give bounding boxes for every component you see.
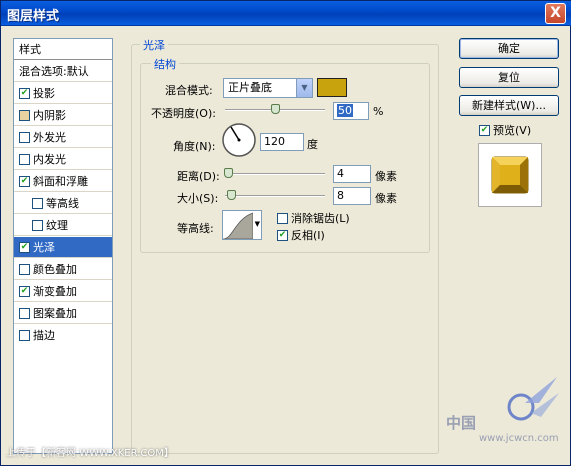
pattern-overlay-checkbox[interactable]: [19, 308, 30, 319]
ok-button[interactable]: 确定: [459, 38, 559, 59]
contour-checkbox[interactable]: [32, 198, 43, 209]
antialias-option[interactable]: 消除锯齿(L): [277, 210, 350, 226]
preview-label: 预览(V): [493, 124, 532, 137]
size-label: 大小(S):: [177, 192, 219, 205]
blend-mode-select[interactable]: 正片叠底 ▼: [223, 78, 313, 98]
invert-label: 反相(I): [291, 229, 325, 242]
angle-unit: 度: [307, 138, 318, 151]
style-item-label: 图案叠加: [33, 307, 77, 320]
distance-slider[interactable]: [225, 173, 325, 175]
inner-shadow-checkbox[interactable]: [19, 110, 30, 121]
opacity-value: 50: [337, 104, 353, 117]
close-button[interactable]: X: [545, 3, 566, 24]
close-icon: X: [550, 5, 561, 21]
outer-glow-checkbox[interactable]: [19, 132, 30, 143]
opacity-label: 不透明度(O):: [151, 107, 216, 120]
style-item-label: 外发光: [33, 131, 66, 144]
upload-watermark: 上传于【新客网 WWW.XKER.COM】: [6, 448, 174, 459]
satin-checkbox[interactable]: [19, 242, 30, 253]
style-item-label: 内阴影: [33, 109, 66, 122]
preview-checkbox[interactable]: [479, 125, 490, 136]
new-style-button[interactable]: 新建样式(W)...: [459, 95, 559, 116]
style-item-label: 斜面和浮雕: [33, 175, 88, 188]
preview-option[interactable]: 预览(V): [479, 122, 531, 138]
style-item-label: 内发光: [33, 153, 66, 166]
layer-style-dialog: 图层样式 X 样式 混合选项:默认 投影 内阴影 外发光 内发光 斜面和浮雕 等…: [0, 0, 571, 466]
style-item-label: 描边: [33, 329, 55, 342]
style-item-drop-shadow[interactable]: 投影: [14, 83, 112, 104]
style-item-contour[interactable]: 等高线: [14, 193, 112, 214]
style-item-label: 颜色叠加: [33, 263, 77, 276]
style-item-label: 等高线: [46, 197, 79, 210]
opacity-unit: %: [373, 105, 384, 118]
size-slider[interactable]: [225, 195, 325, 197]
style-item-satin[interactable]: 光泽: [14, 237, 112, 258]
style-preview: [478, 143, 542, 207]
blend-mode-label: 混合模式:: [165, 84, 213, 97]
gradient-overlay-checkbox[interactable]: [19, 286, 30, 297]
antialias-checkbox[interactable]: [277, 213, 288, 224]
chevron-down-icon: ▼: [296, 79, 312, 97]
distance-slider-thumb[interactable]: [224, 168, 233, 178]
brand-watermark: 中国: [446, 414, 477, 432]
blend-options-item[interactable]: 混合选项:默认: [14, 61, 112, 82]
texture-checkbox[interactable]: [32, 220, 43, 231]
angle-input[interactable]: 120: [260, 133, 304, 151]
color-overlay-checkbox[interactable]: [19, 264, 30, 275]
style-item-color-overlay[interactable]: 颜色叠加: [14, 259, 112, 280]
angle-label: 角度(N):: [173, 140, 216, 153]
distance-label: 距离(D):: [177, 170, 220, 183]
distance-unit: 像素: [375, 170, 397, 183]
antialias-label: 消除锯齿(L): [291, 212, 350, 225]
reset-button[interactable]: 复位: [459, 67, 559, 88]
distance-input[interactable]: 4: [333, 165, 371, 183]
style-item-gradient-overlay[interactable]: 渐变叠加: [14, 281, 112, 302]
title-bar[interactable]: 图层样式 X: [1, 1, 571, 26]
bevel-emboss-checkbox[interactable]: [19, 176, 30, 187]
blend-mode-value: 正片叠底: [228, 81, 272, 94]
style-item-pattern-overlay[interactable]: 图案叠加: [14, 303, 112, 324]
satin-color-swatch[interactable]: [317, 78, 347, 97]
contour-label: 等高线:: [177, 222, 214, 235]
contour-curve-icon: [222, 212, 254, 240]
angle-dial[interactable]: [221, 122, 257, 158]
invert-option[interactable]: 反相(I): [277, 227, 325, 243]
size-slider-thumb[interactable]: [227, 190, 236, 200]
watermark-logo: [507, 377, 559, 421]
style-item-label: 纹理: [46, 219, 68, 232]
style-item-label: 投影: [33, 87, 55, 100]
style-item-outer-glow[interactable]: 外发光: [14, 127, 112, 148]
contour-dropdown-icon: ▼: [254, 220, 260, 228]
size-input[interactable]: 8: [333, 187, 371, 205]
style-item-bevel-emboss[interactable]: 斜面和浮雕: [14, 171, 112, 192]
style-item-texture[interactable]: 纹理: [14, 215, 112, 236]
inner-glow-checkbox[interactable]: [19, 154, 30, 165]
opacity-slider-thumb[interactable]: [271, 104, 280, 114]
style-list: 样式 混合选项:默认 投影 内阴影 外发光 内发光 斜面和浮雕 等高线 纹理 光…: [13, 38, 113, 454]
site-watermark: www.jcwcn.com: [479, 433, 559, 444]
dialog-title: 图层样式: [7, 9, 60, 24]
satin-group-title: 光泽: [140, 37, 168, 53]
contour-picker[interactable]: ▼: [222, 210, 262, 240]
size-unit: 像素: [375, 192, 397, 205]
style-item-label: 渐变叠加: [33, 285, 77, 298]
style-item-stroke[interactable]: 描边: [14, 325, 112, 346]
style-preview-image: [491, 156, 529, 194]
structure-group-title: 结构: [151, 56, 179, 72]
style-list-header: 样式: [14, 39, 112, 60]
style-item-inner-shadow[interactable]: 内阴影: [14, 105, 112, 126]
opacity-input[interactable]: 50: [333, 102, 369, 120]
drop-shadow-checkbox[interactable]: [19, 88, 30, 99]
invert-checkbox[interactable]: [277, 230, 288, 241]
style-item-inner-glow[interactable]: 内发光: [14, 149, 112, 170]
style-item-label: 光泽: [33, 241, 55, 254]
stroke-checkbox[interactable]: [19, 330, 30, 341]
